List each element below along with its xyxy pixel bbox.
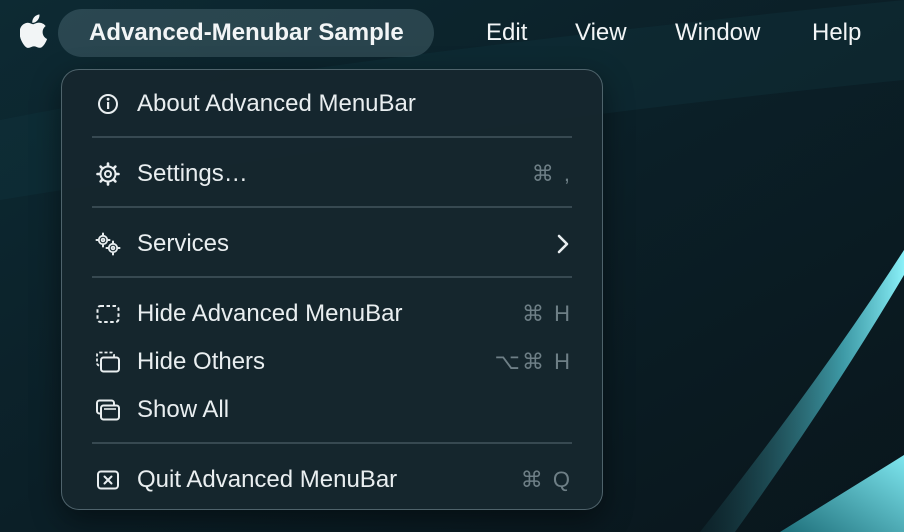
apple-logo-icon[interactable] — [19, 14, 48, 48]
menu-item-label: Hide Advanced MenuBar — [137, 300, 403, 327]
menu-item-services[interactable]: Services — [62, 221, 602, 267]
menu-item-label: Services — [137, 230, 230, 257]
menu-help[interactable]: Help — [812, 9, 861, 57]
menu-item-hide-app[interactable]: Hide Advanced MenuBar ⌘ H — [62, 291, 602, 337]
stacked-dashed-windows-icon — [95, 350, 121, 374]
menu-window[interactable]: Window — [675, 9, 760, 57]
stacked-windows-icon — [95, 398, 121, 422]
menu-edit[interactable]: Edit — [486, 9, 527, 57]
menu-view[interactable]: View — [575, 9, 627, 57]
keyboard-shortcut: ⌘ , — [531, 161, 572, 186]
menu-bar: Advanced-Menubar Sample Edit View Window… — [0, 0, 904, 64]
dashed-window-icon — [95, 302, 121, 326]
menu-item-quit[interactable]: Quit Advanced MenuBar ⌘ Q — [62, 457, 602, 503]
menu-item-label: Quit Advanced MenuBar — [137, 466, 398, 493]
menu-separator — [92, 206, 572, 208]
menu-item-label: Show All — [137, 396, 230, 423]
keyboard-shortcut: ⌘ Q — [520, 467, 572, 492]
menu-item-show-all[interactable]: Show All — [62, 387, 602, 433]
menu-item-label: Settings… — [137, 160, 248, 187]
info-circle-icon — [95, 92, 121, 116]
menu-item-label: About Advanced MenuBar — [137, 90, 416, 117]
menu-item-hide-others[interactable]: Hide Others ⌥⌘ H — [62, 339, 602, 385]
menu-separator — [92, 442, 572, 444]
menu-item-about[interactable]: About Advanced MenuBar — [62, 81, 602, 127]
gear-icon — [95, 162, 121, 186]
chevron-right-icon — [556, 234, 570, 254]
menu-item-label: Hide Others — [137, 348, 266, 375]
close-box-icon — [95, 468, 121, 492]
menu-separator — [92, 276, 572, 278]
keyboard-shortcut: ⌘ H — [522, 301, 572, 326]
gears-icon — [95, 232, 121, 256]
menu-app-name[interactable]: Advanced-Menubar Sample — [58, 9, 434, 57]
menu-item-settings[interactable]: Settings… ⌘ , — [62, 151, 602, 197]
keyboard-shortcut: ⌥⌘ H — [494, 349, 572, 374]
menu-separator — [92, 136, 572, 138]
app-menu-dropdown: About Advanced MenuBar Settings… ⌘ , Ser… — [61, 69, 603, 510]
